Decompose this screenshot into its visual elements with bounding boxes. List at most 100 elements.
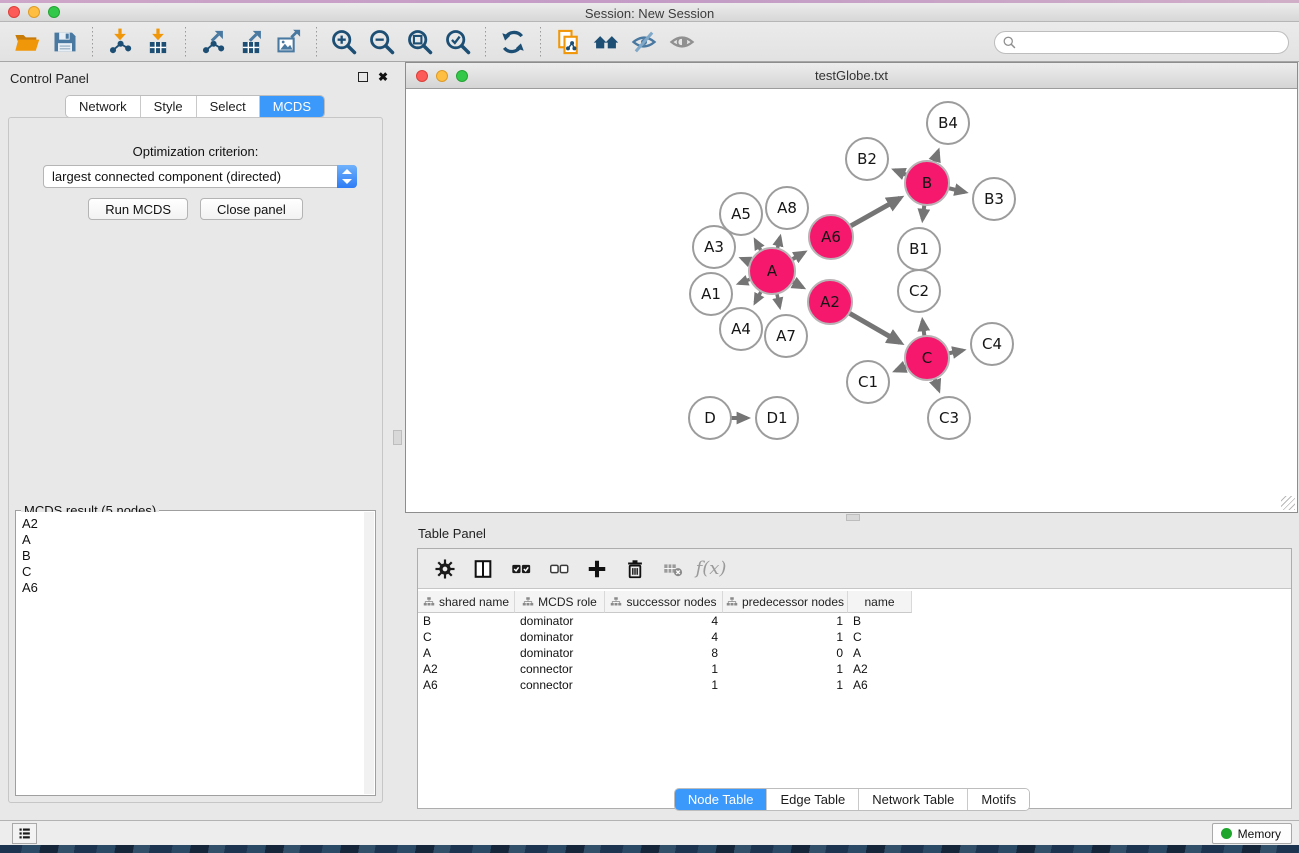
- graph-node-c1[interactable]: C1: [847, 361, 889, 403]
- svg-text:A6: A6: [821, 228, 841, 246]
- task-history-button[interactable]: [12, 823, 37, 844]
- function-builder-icon[interactable]: f(x): [692, 554, 730, 584]
- result-list-item[interactable]: B: [22, 548, 364, 564]
- table-cell: 1: [723, 677, 848, 693]
- column-header-shared-name[interactable]: shared name: [418, 591, 515, 613]
- mcds-result-box: MCDS result (5 nodes) A2ABCA6: [15, 510, 376, 796]
- graph-node-a8[interactable]: A8: [766, 187, 808, 229]
- network-graph[interactable]: B4 B2 B B3 A5 A8 A6 A3 B1 A A1 C2 A2 A4A7 C C4 C1 C3 D D1: [406, 89, 1297, 512]
- graph-node-d1[interactable]: D1: [756, 397, 798, 439]
- graph-node-a5[interactable]: A5: [720, 193, 762, 235]
- zoom-in-icon[interactable]: [325, 26, 363, 58]
- graph-node-a3[interactable]: A3: [693, 226, 735, 268]
- delete-column-icon[interactable]: [616, 554, 654, 584]
- float-panel-icon[interactable]: [358, 72, 368, 82]
- close-panel-button[interactable]: Close panel: [200, 198, 303, 220]
- tab-select[interactable]: Select: [197, 96, 260, 117]
- zoom-out-icon[interactable]: [363, 26, 401, 58]
- import-table-icon[interactable]: [139, 26, 177, 58]
- tab-style[interactable]: Style: [141, 96, 197, 117]
- table-row[interactable]: Bdominator41B: [418, 613, 1291, 629]
- network-canvas[interactable]: B4 B2 B B3 A5 A8 A6 A3 B1 A A1 C2 A2 A4A7 C C4 C1 C3 D D1: [406, 89, 1297, 512]
- criterion-dropdown-value: largest connected component (directed): [44, 169, 337, 184]
- result-list-item[interactable]: C: [22, 564, 364, 580]
- column-header-predecessor-nodes[interactable]: predecessor nodes: [723, 591, 848, 613]
- select-all-icon[interactable]: [502, 554, 540, 584]
- graph-node-a4[interactable]: A4: [720, 308, 762, 350]
- result-list-item[interactable]: A6: [22, 580, 364, 596]
- graph-node-a[interactable]: A: [749, 248, 795, 294]
- resize-grip-icon[interactable]: [1281, 496, 1295, 510]
- graph-node-a2[interactable]: A2: [808, 280, 852, 324]
- svg-text:C: C: [922, 349, 932, 367]
- run-mcds-button[interactable]: Run MCDS: [88, 198, 188, 220]
- table-row[interactable]: Adominator80A: [418, 645, 1291, 661]
- svg-text:A8: A8: [777, 199, 797, 217]
- graph-node-b[interactable]: B: [905, 161, 949, 205]
- eye-slash-icon[interactable]: [625, 26, 663, 58]
- zoom-selected-icon[interactable]: [439, 26, 477, 58]
- graph-node-c3[interactable]: C3: [928, 397, 970, 439]
- copy-network-icon[interactable]: [549, 26, 587, 58]
- result-list-item[interactable]: A: [22, 532, 364, 548]
- export-table-icon[interactable]: [232, 26, 270, 58]
- column-header-MCDS-role[interactable]: MCDS role: [515, 591, 605, 613]
- network-window-titlebar[interactable]: testGlobe.txt: [406, 63, 1297, 89]
- result-scrollbar[interactable]: [364, 512, 374, 794]
- close-panel-icon[interactable]: ✖: [378, 72, 388, 82]
- houses-icon[interactable]: [587, 26, 625, 58]
- horizontal-splitter[interactable]: [405, 513, 1299, 522]
- graph-node-b3[interactable]: B3: [973, 178, 1015, 220]
- graph-node-c[interactable]: C: [905, 336, 949, 380]
- result-list-item[interactable]: A2: [22, 516, 364, 532]
- memory-button[interactable]: Memory: [1212, 823, 1292, 844]
- table-cell: C: [848, 629, 912, 645]
- splitter-handle[interactable]: [846, 514, 860, 521]
- graph-node-b2[interactable]: B2: [846, 138, 888, 180]
- table-tabs: Node TableEdge TableNetwork TableMotifs: [674, 788, 1030, 811]
- column-browser-icon[interactable]: [464, 554, 502, 584]
- tab-node-table[interactable]: Node Table: [675, 789, 768, 810]
- table-row[interactable]: A2connector11A2: [418, 661, 1291, 677]
- open-session-icon[interactable]: [8, 26, 46, 58]
- import-network-icon[interactable]: [101, 26, 139, 58]
- column-header-name[interactable]: name: [848, 591, 912, 613]
- vertical-splitter[interactable]: [390, 62, 405, 820]
- table-row[interactable]: A6connector11A6: [418, 677, 1291, 693]
- column-header-successor-nodes[interactable]: successor nodes: [605, 591, 723, 613]
- tab-edge-table[interactable]: Edge Table: [767, 789, 859, 810]
- export-image-icon[interactable]: [270, 26, 308, 58]
- table-cell: 1: [723, 613, 848, 629]
- save-session-icon[interactable]: [46, 26, 84, 58]
- deselect-all-icon[interactable]: [540, 554, 578, 584]
- graph-node-a1[interactable]: A1: [690, 273, 732, 315]
- eye-icon[interactable]: [663, 26, 701, 58]
- tab-network[interactable]: Network: [66, 96, 141, 117]
- criterion-dropdown[interactable]: largest connected component (directed): [43, 165, 357, 188]
- delete-table-icon[interactable]: [654, 554, 692, 584]
- graph-node-c2[interactable]: C2: [898, 270, 940, 312]
- graph-node-a7[interactable]: A7: [765, 315, 807, 357]
- table-cell: A2: [848, 661, 912, 677]
- search-input[interactable]: [1017, 36, 1288, 50]
- svg-text:D: D: [704, 409, 716, 427]
- search-box[interactable]: [994, 31, 1289, 54]
- graph-node-b1[interactable]: B1: [898, 228, 940, 270]
- svg-text:A2: A2: [820, 293, 840, 311]
- tab-network-table[interactable]: Network Table: [859, 789, 968, 810]
- graph-node-a6[interactable]: A6: [809, 215, 853, 259]
- refresh-icon[interactable]: [494, 26, 532, 58]
- tab-motifs[interactable]: Motifs: [968, 789, 1029, 810]
- graph-node-d[interactable]: D: [689, 397, 731, 439]
- graph-node-b4[interactable]: B4: [927, 102, 969, 144]
- table-settings-gear-icon[interactable]: [426, 554, 464, 584]
- export-network-icon[interactable]: [194, 26, 232, 58]
- main-titlebar[interactable]: Session: New Session: [0, 3, 1299, 22]
- splitter-handle[interactable]: [393, 430, 402, 445]
- tab-mcds[interactable]: MCDS: [260, 96, 324, 117]
- zoom-fit-icon[interactable]: [401, 26, 439, 58]
- column-header-label: shared name: [439, 595, 509, 609]
- graph-node-c4[interactable]: C4: [971, 323, 1013, 365]
- table-row[interactable]: Cdominator41C: [418, 629, 1291, 645]
- add-column-icon[interactable]: [578, 554, 616, 584]
